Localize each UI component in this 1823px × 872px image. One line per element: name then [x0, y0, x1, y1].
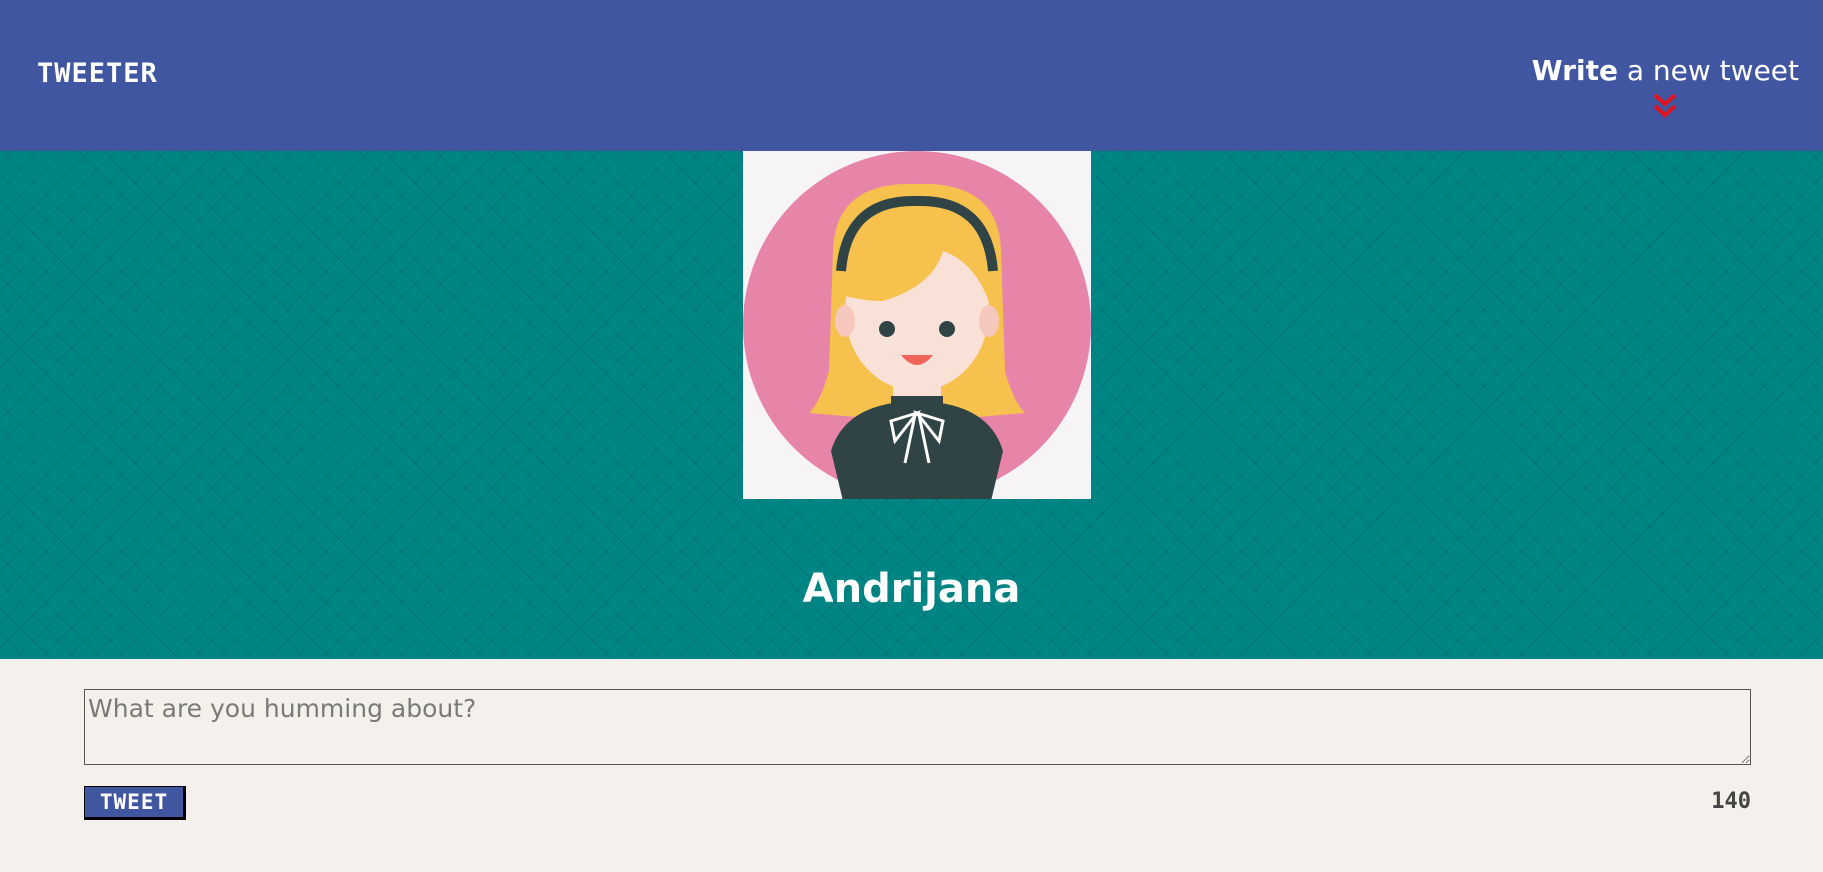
tweet-input[interactable] [84, 689, 1751, 765]
write-new-tweet-label: Write a new tweet [1532, 54, 1799, 87]
profile-banner: Andrijana [0, 151, 1823, 659]
write-label-bold: Write [1531, 54, 1618, 87]
tweet-button[interactable]: TWEET [84, 786, 186, 820]
avatar [743, 151, 1091, 499]
double-chevron-down-icon[interactable] [1650, 91, 1680, 121]
character-counter: 140 [1711, 789, 1751, 814]
write-label-rest: a new tweet [1617, 54, 1799, 87]
profile-name: Andrijana [802, 566, 1021, 612]
compose-section: TWEET 140 [0, 659, 1823, 872]
write-new-tweet-toggle[interactable]: Write a new tweet [1532, 54, 1799, 121]
top-nav: TWEETER Write a new tweet [0, 0, 1823, 151]
brand-logo[interactable]: TWEETER [37, 58, 158, 89]
user-avatar-icon [743, 151, 1091, 499]
